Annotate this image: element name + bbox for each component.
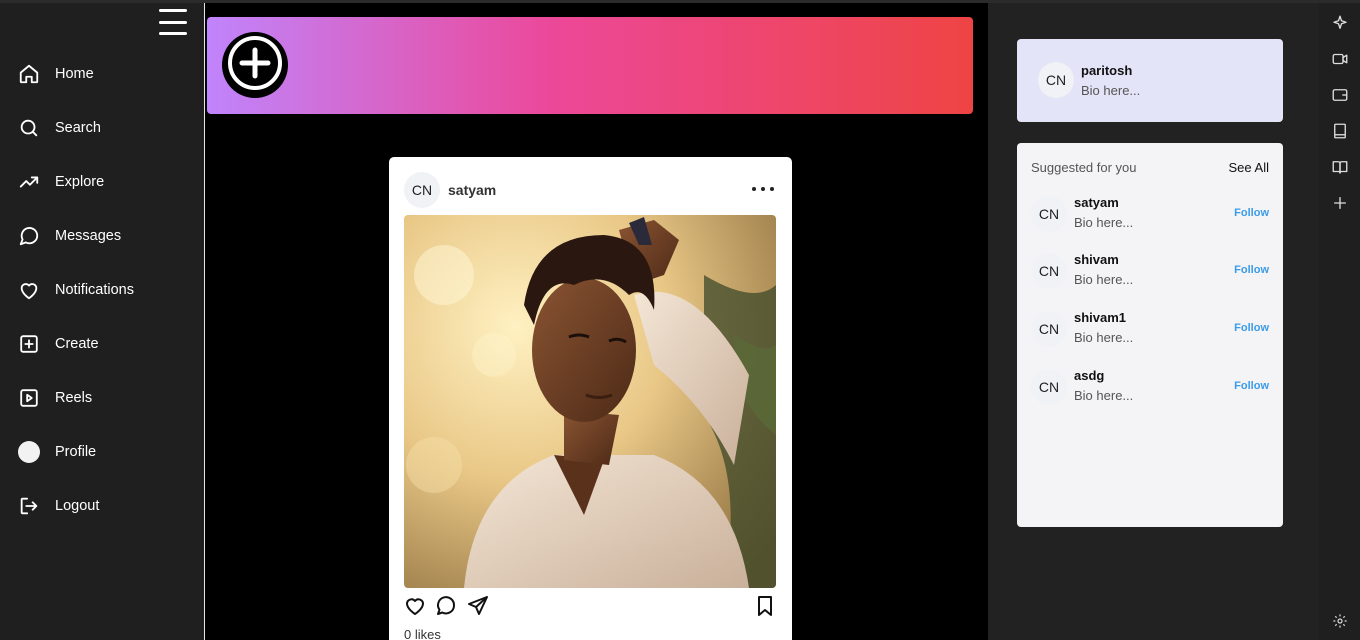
post-card: CN satyam 0 likes <box>389 157 792 640</box>
avatar[interactable]: CN <box>1031 196 1067 232</box>
sidebar-item-profile[interactable]: Profile <box>18 437 198 467</box>
share-send-icon[interactable] <box>466 594 490 618</box>
more-options-icon[interactable] <box>752 182 774 196</box>
see-all-link[interactable]: See All <box>1229 160 1269 175</box>
current-user-bio: Bio here... <box>1081 83 1141 98</box>
avatar: CN <box>1038 62 1074 98</box>
sidebar-item-label: Explore <box>55 174 105 190</box>
suggested-username[interactable]: shivam <box>1074 252 1119 267</box>
sidebar-item-home[interactable]: Home <box>18 59 198 89</box>
sidebar-item-create[interactable]: Create <box>18 329 198 359</box>
suggested-user-row: CN shivam Bio here... Follow <box>1031 251 1269 291</box>
current-username: paritosh <box>1081 63 1133 78</box>
likes-count: 0 likes <box>404 627 441 640</box>
video-icon[interactable] <box>1330 49 1350 69</box>
suggested-panel: Suggested for you See All CN satyam Bio … <box>1017 143 1283 527</box>
sidebar-item-label: Profile <box>55 444 97 460</box>
sidebar-item-logout[interactable]: Logout <box>18 491 198 521</box>
post-actions <box>403 594 777 618</box>
book-icon[interactable] <box>1330 121 1350 141</box>
search-icon <box>18 117 40 139</box>
hamburger-menu-icon[interactable] <box>159 9 187 35</box>
suggested-title: Suggested for you <box>1031 160 1137 175</box>
sidebar-item-messages[interactable]: Messages <box>18 221 198 251</box>
follow-button[interactable]: Follow <box>1234 207 1269 219</box>
reader-icon[interactable] <box>1330 157 1350 177</box>
follow-button[interactable]: Follow <box>1234 264 1269 276</box>
follow-button[interactable]: Follow <box>1234 322 1269 334</box>
sparkle-icon[interactable] <box>1330 13 1350 33</box>
trending-up-icon <box>18 171 40 193</box>
follow-button[interactable]: Follow <box>1234 380 1269 392</box>
add-story-button[interactable] <box>222 32 288 98</box>
sidebar-item-label: Logout <box>55 498 100 514</box>
sidebar-item-search[interactable]: Search <box>18 113 198 143</box>
logout-icon <box>18 495 40 517</box>
sidebar-item-label: Notifications <box>55 282 134 298</box>
post-username[interactable]: satyam <box>448 182 496 198</box>
suggested-username[interactable]: asdg <box>1074 368 1104 383</box>
sidebar-item-label: Reels <box>55 390 93 406</box>
play-square-icon <box>18 387 40 409</box>
plus-circle-icon <box>226 34 284 97</box>
suggested-bio: Bio here... <box>1074 330 1134 345</box>
comment-icon[interactable] <box>434 594 458 618</box>
home-icon <box>18 63 40 85</box>
current-user-card[interactable]: CN paritosh Bio here... <box>1017 39 1283 122</box>
bookmark-icon[interactable] <box>753 594 777 618</box>
suggested-username[interactable]: satyam <box>1074 195 1119 210</box>
sidebar: Home Search Explore Messages Notificatio <box>0 3 205 640</box>
sidebar-item-label: Search <box>55 120 101 136</box>
avatar[interactable]: CN <box>404 171 440 208</box>
post-header: CN satyam <box>404 171 776 208</box>
suggested-bio: Bio here... <box>1074 272 1134 287</box>
suggested-bio: Bio here... <box>1074 388 1134 403</box>
sidebar-item-explore[interactable]: Explore <box>18 167 198 197</box>
app-root: Home Search Explore Messages Notificatio <box>0 0 1360 640</box>
sidebar-item-reels[interactable]: Reels <box>18 383 198 413</box>
suggested-user-row: CN shivam1 Bio here... Follow <box>1031 309 1269 349</box>
stories-banner <box>207 17 973 114</box>
plus-square-icon <box>18 333 40 355</box>
wallet-icon[interactable] <box>1330 85 1350 105</box>
message-circle-icon <box>18 225 40 247</box>
browser-side-toolbar <box>1319 3 1360 640</box>
avatar[interactable]: CN <box>1031 311 1067 347</box>
heart-icon <box>18 279 40 301</box>
post-image[interactable] <box>404 215 776 588</box>
avatar[interactable]: CN <box>1031 253 1067 289</box>
suggested-user-row: CN satyam Bio here... Follow <box>1031 194 1269 234</box>
sidebar-item-label: Create <box>55 336 99 352</box>
suggested-username[interactable]: shivam1 <box>1074 310 1126 325</box>
like-heart-icon[interactable] <box>403 594 427 618</box>
add-icon[interactable] <box>1330 193 1350 213</box>
settings-gear-icon[interactable] <box>1330 611 1350 631</box>
suggested-user-row: CN asdg Bio here... Follow <box>1031 367 1269 407</box>
avatar <box>18 441 40 463</box>
avatar[interactable]: CN <box>1031 369 1067 405</box>
sidebar-item-label: Home <box>55 66 94 82</box>
sidebar-item-label: Messages <box>55 228 122 244</box>
sidebar-item-notifications[interactable]: Notifications <box>18 275 198 305</box>
suggested-bio: Bio here... <box>1074 215 1134 230</box>
